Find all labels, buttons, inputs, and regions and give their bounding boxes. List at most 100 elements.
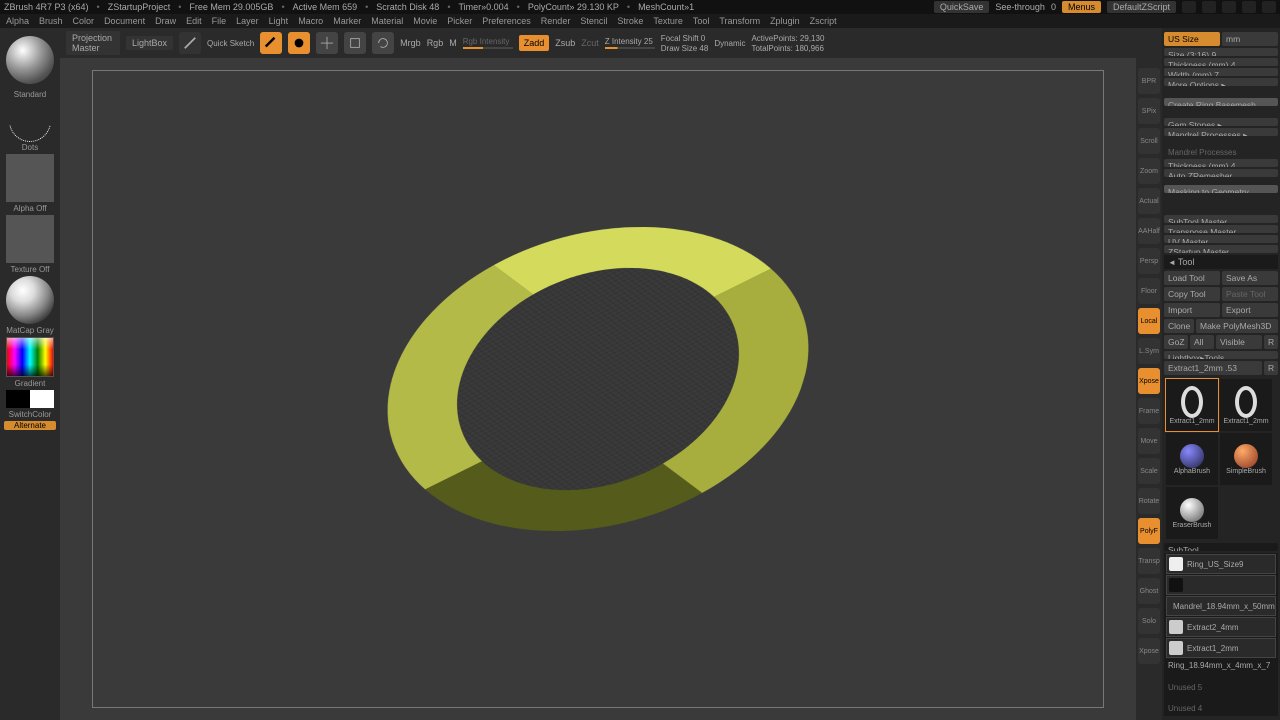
scale-icon[interactable]: Scale <box>1138 458 1160 484</box>
subtool-item[interactable] <box>1166 575 1276 595</box>
solo-icon[interactable]: Solo <box>1138 608 1160 634</box>
aahalf-icon[interactable]: AAHalf <box>1138 218 1160 244</box>
canvas[interactable] <box>60 58 1136 720</box>
layout-icon-2[interactable] <box>1202 1 1216 13</box>
focal-shift[interactable]: Focal Shift 0 <box>661 34 709 43</box>
rgb-intensity-slider[interactable] <box>463 47 513 49</box>
quicksketch-icon[interactable] <box>179 32 201 54</box>
rgb-button[interactable]: Rgb <box>427 38 444 48</box>
gradient-label[interactable]: Gradient <box>4 379 56 388</box>
goz-visible[interactable]: Visible <box>1216 335 1262 349</box>
m-button[interactable]: M <box>449 38 457 48</box>
move-mode-icon[interactable] <box>316 32 338 54</box>
gem-stones[interactable]: Gem Stones ▸ <box>1164 118 1278 126</box>
zsub-button[interactable]: Zsub <box>555 38 575 48</box>
projection-master[interactable]: Projection Master <box>66 31 120 55</box>
xpose-icon[interactable]: Xpose <box>1138 368 1160 394</box>
menu-item[interactable]: Render <box>541 16 571 26</box>
tool-r[interactable]: R <box>1264 361 1278 375</box>
save-as[interactable]: Save As <box>1222 271 1278 285</box>
subtool-item[interactable]: Extract1_2mm <box>1166 638 1276 658</box>
make-polymesh[interactable]: Make PolyMesh3D <box>1196 319 1278 333</box>
tool-thumb[interactable]: EraserBrush <box>1166 487 1218 539</box>
mm-button[interactable]: mm <box>1222 32 1278 46</box>
menu-item[interactable]: File <box>212 16 227 26</box>
create-ring-button[interactable]: Create Ring Basemesh <box>1164 98 1278 106</box>
switchcolor[interactable]: SwitchColor <box>4 410 56 419</box>
bpr-icon[interactable]: BPR <box>1138 68 1160 94</box>
subtool-item[interactable]: Ring_18.94mm_x_4mm_x_7 <box>1166 659 1276 672</box>
tool-thumb[interactable]: AlphaBrush <box>1166 433 1218 485</box>
z-intensity-slider[interactable] <box>605 47 655 49</box>
draw-mode-icon[interactable] <box>288 32 310 54</box>
move-icon[interactable]: Move <box>1138 428 1160 454</box>
polyf-icon[interactable]: PolyF <box>1138 518 1160 544</box>
dynamic-button[interactable]: Dynamic <box>714 39 745 48</box>
menu-item[interactable]: Stroke <box>617 16 643 26</box>
menu-item[interactable]: Macro <box>298 16 323 26</box>
menu-item[interactable]: Color <box>73 16 95 26</box>
edit-mode-icon[interactable] <box>260 32 282 54</box>
menu-item[interactable]: Draw <box>155 16 176 26</box>
menu-item[interactable]: Alpha <box>6 16 29 26</box>
thickness2-slider[interactable]: Thickness (mm) 4 <box>1164 159 1278 167</box>
subtool-header[interactable]: SubTool <box>1164 543 1278 551</box>
uv-master[interactable]: UV Master <box>1164 235 1278 243</box>
menu-item[interactable]: Layer <box>236 16 259 26</box>
tool-thumb[interactable]: Extract1_2mm <box>1220 379 1272 431</box>
auto-zremesh[interactable]: Auto ZRemesher <box>1164 169 1278 177</box>
default-zscript[interactable]: DefaultZScript <box>1107 1 1176 13</box>
transp-icon[interactable]: Transp <box>1138 548 1160 574</box>
spix-icon[interactable]: SPix <box>1138 98 1160 124</box>
width-slider[interactable]: Width (mm) 7 <box>1164 68 1278 76</box>
menu-item[interactable]: Zplugin <box>770 16 800 26</box>
subtool-item[interactable]: Mandrel_18.94mm_x_50mm <box>1166 596 1276 616</box>
ring-model[interactable] <box>354 92 842 665</box>
lightbox-tools[interactable]: Lightbox▸Tools <box>1164 351 1278 359</box>
menu-item[interactable]: Brush <box>39 16 63 26</box>
layout-icon[interactable] <box>1182 1 1196 13</box>
copy-tool[interactable]: Copy Tool <box>1164 287 1220 301</box>
stroke-thumb[interactable] <box>6 101 54 141</box>
menu-item[interactable]: Preferences <box>482 16 531 26</box>
ghost-icon[interactable]: Ghost <box>1138 578 1160 604</box>
lsym-icon[interactable]: L.Sym <box>1138 338 1160 364</box>
paste-tool[interactable]: Paste Tool <box>1222 287 1278 301</box>
menu-item[interactable]: Transform <box>719 16 760 26</box>
menu-item[interactable]: Texture <box>653 16 683 26</box>
current-tool[interactable]: Extract1_2mm .53 <box>1164 361 1262 375</box>
brush-thumb[interactable] <box>6 36 54 84</box>
import-button[interactable]: Import <box>1164 303 1220 317</box>
zadd-button[interactable]: Zadd <box>519 35 550 51</box>
frame-icon[interactable]: Frame <box>1138 398 1160 424</box>
subtool-item[interactable]: Ring_US_Size9 <box>1166 554 1276 574</box>
clone-button[interactable]: Clone <box>1164 319 1194 333</box>
menu-item[interactable]: Edit <box>186 16 202 26</box>
scale-mode-icon[interactable] <box>344 32 366 54</box>
menu-item[interactable]: Movie <box>413 16 437 26</box>
mrgb-button[interactable]: Mrgb <box>400 38 421 48</box>
transpose-master[interactable]: Transpose Master <box>1164 225 1278 233</box>
subtool-master[interactable]: SubTool Master <box>1164 215 1278 223</box>
minimize-icon[interactable] <box>1222 1 1236 13</box>
menu-item[interactable]: Tool <box>693 16 710 26</box>
color-picker[interactable] <box>6 337 54 377</box>
draw-size[interactable]: Draw Size 48 <box>661 44 709 53</box>
menus-button[interactable]: Menus <box>1062 1 1101 13</box>
maximize-icon[interactable] <box>1242 1 1256 13</box>
menu-item[interactable]: Marker <box>333 16 361 26</box>
close-icon[interactable] <box>1262 1 1276 13</box>
thickness-slider[interactable]: Thickness (mm) 4 <box>1164 58 1278 66</box>
scroll-icon[interactable]: Scroll <box>1138 128 1160 154</box>
z-intensity[interactable]: Z Intensity 25 <box>605 37 655 46</box>
goz-all[interactable]: All <box>1190 335 1214 349</box>
export-button[interactable]: Export <box>1222 303 1278 317</box>
color-swatches[interactable] <box>6 390 54 408</box>
mandrel-processes-menu[interactable]: Mandrel Processes ▸ <box>1164 128 1278 136</box>
menu-item[interactable]: Stencil <box>580 16 607 26</box>
menu-item[interactable]: Material <box>371 16 403 26</box>
local-icon[interactable]: Local <box>1138 308 1160 334</box>
us-size-button[interactable]: US Size <box>1164 32 1220 46</box>
actual-icon[interactable]: Actual <box>1138 188 1160 214</box>
xpose2-icon[interactable]: Xpose <box>1138 638 1160 664</box>
